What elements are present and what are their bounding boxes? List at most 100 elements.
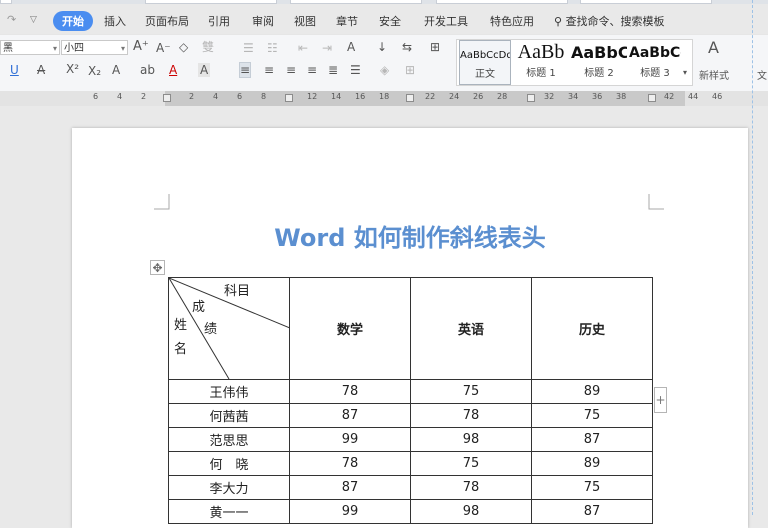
line-spacing-icon[interactable]: ☰ <box>350 63 361 77</box>
strikethrough-icon[interactable]: A <box>37 63 45 77</box>
chinese-layout-icon[interactable]: A <box>347 40 355 54</box>
score-cell[interactable]: 75 <box>531 475 653 500</box>
score-cell[interactable]: 98 <box>410 499 532 524</box>
char-shading-icon[interactable]: A <box>198 63 211 77</box>
tab-page-layout[interactable]: 页面布局 <box>145 13 189 29</box>
ruler-tick: 28 <box>497 92 508 101</box>
tab-chapter[interactable]: 章节 <box>336 13 358 29</box>
score-cell[interactable]: 87 <box>289 403 411 428</box>
score-cell[interactable]: 99 <box>289 427 411 452</box>
justify-icon[interactable]: ≡ <box>307 63 317 77</box>
style-heading-1[interactable]: AaBb 标题 1 <box>513 40 569 83</box>
new-style-button[interactable]: 新样式 <box>699 67 729 82</box>
name-cell[interactable]: 王伟伟 <box>168 379 290 404</box>
score-cell[interactable]: 87 <box>531 427 653 452</box>
table-move-handle-icon[interactable]: ✥ <box>150 260 165 275</box>
bullet-list-icon[interactable]: ☰ <box>243 41 254 55</box>
score-cell[interactable]: 78 <box>289 451 411 476</box>
column-header[interactable]: 数学 <box>289 277 411 380</box>
superscript-icon[interactable]: X² <box>66 62 79 76</box>
tab-strip-item[interactable] <box>580 0 712 4</box>
increase-font-size-icon[interactable]: A⁺ <box>133 40 149 54</box>
new-style-icon[interactable]: A <box>708 40 719 56</box>
name-cell[interactable]: 何 晓 <box>168 451 290 476</box>
style-preview: AaBbCc <box>629 45 681 61</box>
subscript-icon[interactable]: X₂ <box>88 64 101 78</box>
ruler-column-marker[interactable] <box>527 94 535 102</box>
score-cell[interactable]: 78 <box>289 379 411 404</box>
score-cell[interactable]: 78 <box>410 475 532 500</box>
highlight-icon[interactable]: ab <box>140 63 155 77</box>
column-header[interactable]: 历史 <box>531 277 653 380</box>
distributed-align-icon[interactable]: ≣ <box>328 63 338 77</box>
decrease-indent-icon[interactable]: ⇤ <box>298 41 308 55</box>
tab-insert[interactable]: 插入 <box>104 13 126 29</box>
add-row-button-icon[interactable]: + <box>654 387 667 413</box>
styles-expand-icon[interactable]: ▾ <box>683 66 687 80</box>
increase-indent-icon[interactable]: ⇥ <box>322 41 332 55</box>
decrease-font-size-icon[interactable]: A⁻ <box>156 41 171 55</box>
align-center-icon[interactable]: ≡ <box>264 63 274 77</box>
score-table[interactable]: 科目 成 绩 姓 名 数学 英语 历史 王伟伟 78 75 89 何茜茜 87 … <box>168 277 653 524</box>
tab-strip-item[interactable] <box>0 0 12 4</box>
show-hide-marks-icon[interactable]: ⇆ <box>402 40 412 54</box>
diagonal-header-cell[interactable]: 科目 成 绩 姓 名 <box>168 277 290 380</box>
ruler-column-marker[interactable] <box>163 94 171 102</box>
score-cell[interactable]: 99 <box>289 499 411 524</box>
tab-review[interactable]: 审阅 <box>252 13 274 29</box>
align-right-icon[interactable]: ≡ <box>286 63 296 77</box>
numbered-list-icon[interactable]: ☷ <box>267 41 278 55</box>
table-borders-icon[interactable]: ⊞ <box>430 40 440 54</box>
sort-icon[interactable]: ↓ <box>377 40 387 54</box>
font-name-select[interactable]: 黑 ▾ <box>0 40 60 55</box>
score-cell[interactable]: 75 <box>531 403 653 428</box>
border-icon[interactable]: ⊞ <box>405 63 415 77</box>
font-size-select[interactable]: 小四 ▾ <box>61 40 128 55</box>
document-page[interactable]: Word 如何制作斜线表头 ✥ 科目 成 绩 姓 名 数学 英语 历史 王伟伟 … <box>72 128 748 528</box>
score-cell[interactable]: 75 <box>410 379 532 404</box>
command-search[interactable]: ⚲ 查找命令、搜索模板 <box>554 13 665 29</box>
phonetic-guide-icon[interactable]: 雙 <box>202 40 214 54</box>
style-normal[interactable]: AaBbCcDd 正文 <box>459 40 511 85</box>
table-row: 何茜茜 87 78 75 <box>168 403 653 428</box>
ruler-tick: 2 <box>141 92 147 101</box>
ruler-column-marker[interactable] <box>285 94 293 102</box>
shading-fill-icon[interactable]: ◈ <box>380 63 389 77</box>
score-cell[interactable]: 87 <box>289 475 411 500</box>
tab-view[interactable]: 视图 <box>294 13 316 29</box>
score-cell[interactable]: 89 <box>531 379 653 404</box>
clear-formatting-icon[interactable]: ◇ <box>179 40 188 54</box>
name-cell[interactable]: 范思思 <box>168 427 290 452</box>
ruler-column-marker[interactable] <box>406 94 414 102</box>
style-heading-2[interactable]: AaBbC 标题 2 <box>571 40 627 83</box>
text-tools-label[interactable]: 文 <box>757 67 767 82</box>
name-cell[interactable]: 李大力 <box>168 475 290 500</box>
tab-home[interactable]: 开始 <box>53 11 93 31</box>
score-cell[interactable]: 75 <box>410 451 532 476</box>
ruler-column-marker[interactable] <box>648 94 656 102</box>
tab-security[interactable]: 安全 <box>379 13 401 29</box>
tab-strip-item[interactable] <box>290 0 422 4</box>
horizontal-ruler[interactable]: 6 4 2 2 4 6 8 12 14 16 18 22 24 26 28 32… <box>0 91 768 106</box>
name-cell[interactable]: 何茜茜 <box>168 403 290 428</box>
score-cell[interactable]: 78 <box>410 403 532 428</box>
quick-access-dropdown-icon[interactable]: ▽ <box>30 15 37 25</box>
font-name-value: 黑 <box>3 43 13 54</box>
tab-references[interactable]: 引用 <box>208 13 230 29</box>
tab-strip-item[interactable] <box>145 0 277 4</box>
tab-special-features[interactable]: 特色应用 <box>490 13 534 29</box>
name-cell[interactable]: 黄一一 <box>168 499 290 524</box>
ruler-tick: 6 <box>237 92 243 101</box>
align-left-icon[interactable]: ≡ <box>239 62 252 78</box>
score-cell[interactable]: 87 <box>531 499 653 524</box>
column-header[interactable]: 英语 <box>410 277 532 380</box>
tab-developer[interactable]: 开发工具 <box>424 13 468 29</box>
font-color-icon[interactable]: A <box>169 63 177 77</box>
redo-icon[interactable]: ↷ <box>7 13 16 26</box>
style-heading-3[interactable]: AaBbCc 标题 3 <box>629 40 681 83</box>
underline-icon[interactable]: U <box>10 63 19 77</box>
tab-strip-item[interactable] <box>436 0 568 4</box>
score-cell[interactable]: 98 <box>410 427 532 452</box>
score-cell[interactable]: 89 <box>531 451 653 476</box>
text-effect-icon[interactable]: A <box>112 63 120 77</box>
